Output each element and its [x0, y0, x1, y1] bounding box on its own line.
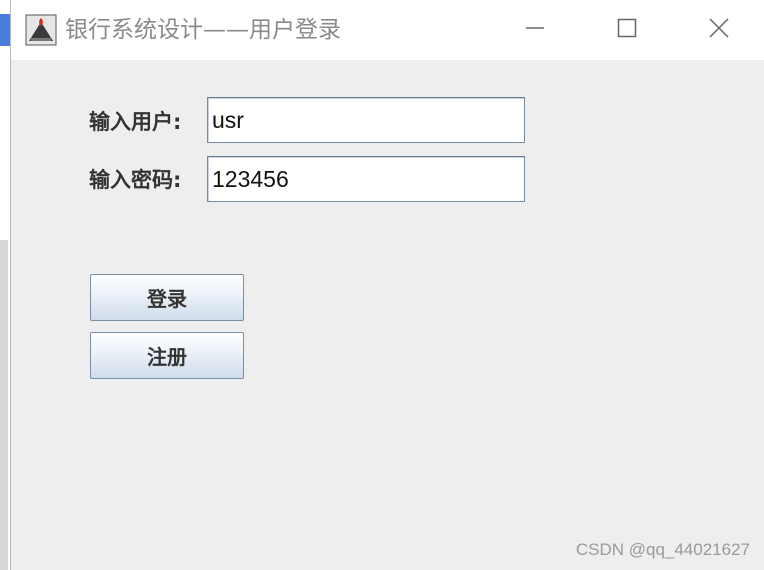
password-input[interactable]: [207, 156, 525, 202]
title-bar[interactable]: 银行系统设计——用户登录: [11, 0, 764, 60]
close-button[interactable]: [673, 0, 764, 60]
username-input[interactable]: [207, 97, 525, 143]
java-app-icon[interactable]: [25, 14, 57, 46]
background-app-strip: [0, 14, 10, 46]
window-title: 银行系统设计——用户登录: [65, 17, 341, 43]
background-app-strip-lower: [0, 240, 8, 570]
username-label: 输入用户:: [89, 110, 182, 134]
maximize-icon: [617, 18, 637, 42]
minimize-icon: [525, 18, 545, 42]
close-icon: [709, 18, 729, 42]
login-window: 银行系统设计——用户登录 输入用户: usr 输入密码: 123456 登录 注…: [10, 0, 764, 570]
register-button-label: 注册: [147, 345, 187, 369]
login-button[interactable]: 登录: [90, 274, 244, 321]
maximize-button[interactable]: [581, 0, 673, 60]
login-button-label: 登录: [147, 287, 187, 311]
csdn-watermark: CSDN @qq_44021627: [575, 540, 750, 559]
register-button[interactable]: 注册: [90, 332, 244, 379]
minimize-button[interactable]: [489, 0, 581, 60]
password-label: 输入密码:: [89, 168, 182, 192]
